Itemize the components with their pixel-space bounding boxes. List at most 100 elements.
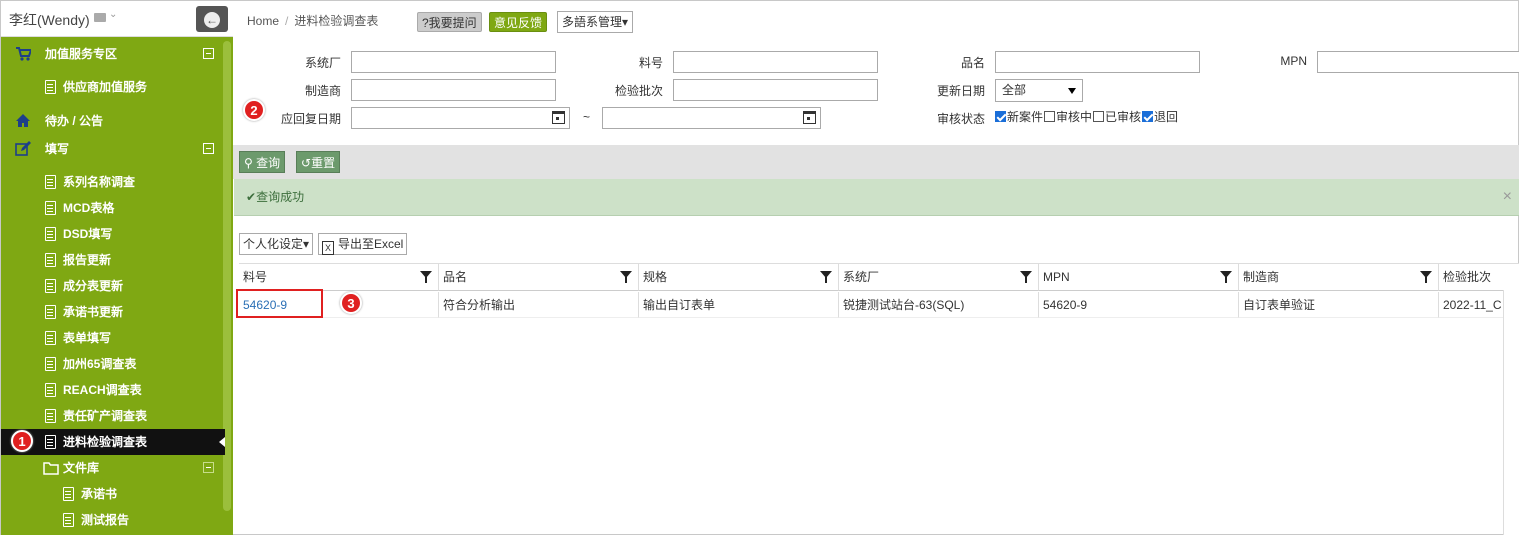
reply-date-label: 应回复日期: [280, 112, 341, 126]
part-no-input[interactable]: [673, 51, 878, 73]
column-header-label: 料号: [243, 270, 268, 284]
sidebar-item-supplier-service[interactable]: 供应商加值服务: [1, 74, 223, 100]
document-icon: [45, 253, 56, 267]
mail-icon[interactable]: [94, 13, 106, 22]
sidebar-item-commitment-update[interactable]: 承诺书更新: [1, 299, 223, 325]
sidebar-item-label: 承诺书更新: [63, 305, 124, 319]
sidebar-item-todo[interactable]: 待办 / 公告: [1, 108, 223, 134]
filter-icon[interactable]: [1020, 271, 1032, 283]
user-name[interactable]: 李红(Wendy): [9, 10, 90, 30]
column-header-mpn[interactable]: MPN: [1039, 264, 1239, 291]
sidebar-item-label: REACH调查表: [63, 383, 142, 397]
chevron-down-icon[interactable]: ⌄: [109, 9, 117, 20]
main-content: Home / 进料检验调查表 ?我要提问 意见反馈 多語系管理▾ 系统厂 料号 品名…: [233, 1, 1519, 535]
sidebar-item-test-report[interactable]: 测试报告: [1, 507, 223, 533]
step-badge-1: 1: [11, 430, 33, 452]
filter-icon[interactable]: [1420, 271, 1432, 283]
calendar-icon[interactable]: [803, 111, 816, 124]
sidebar-item-file-library[interactable]: 文件库: [1, 455, 223, 481]
breadcrumb-separator: /: [285, 14, 289, 28]
sidebar-item-mcd[interactable]: MCD表格: [1, 195, 223, 221]
collapse-sidebar-button[interactable]: ←: [196, 6, 228, 32]
feedback-button[interactable]: 意见反馈: [489, 12, 548, 32]
personalize-button[interactable]: 个人化设定▾: [239, 233, 314, 255]
document-icon: [63, 487, 74, 501]
sidebar-item-report-update[interactable]: 报告更新: [1, 247, 223, 273]
sidebar-item-label: 填写: [45, 142, 70, 156]
table-cell: 符合分析输出: [439, 292, 639, 318]
reply-date-to-input[interactable]: [602, 107, 821, 129]
edit-icon: [15, 141, 31, 156]
ask-question-button[interactable]: ?我要提问: [417, 12, 482, 32]
maker-label: 制造商: [304, 84, 341, 98]
collapse-icon[interactable]: [203, 462, 214, 473]
factory-input[interactable]: [351, 51, 556, 73]
status-reviewing-label: 审核中: [1056, 110, 1093, 124]
column-header-label: 品名: [443, 270, 468, 284]
collapse-icon[interactable]: [203, 143, 214, 154]
sidebar-item-incoming-inspection[interactable]: 进料检验调查表: [1, 429, 225, 455]
table-scrollbar[interactable]: [1503, 290, 1519, 535]
sidebar-item-composition-update[interactable]: 成分表更新: [1, 273, 223, 299]
filter-icon[interactable]: [420, 271, 432, 283]
status-reviewing-checkbox[interactable]: 审核中: [1044, 110, 1092, 124]
reset-button[interactable]: ↺重置: [296, 151, 341, 173]
sidebar-item-commitment[interactable]: 承诺书: [1, 481, 223, 507]
sidebar-item-conflict-minerals[interactable]: 责任矿产调查表: [1, 403, 223, 429]
sidebar-item-prop65[interactable]: 加州65调查表: [1, 351, 223, 377]
status-reviewed-checkbox[interactable]: 已审核: [1093, 110, 1141, 124]
product-name-input[interactable]: [995, 51, 1200, 73]
export-excel-button[interactable]: X 导出至Excel: [318, 233, 408, 255]
product-name-label: 品名: [960, 56, 985, 70]
checkbox-checked-icon: [995, 111, 1006, 122]
breadcrumb-home[interactable]: Home: [247, 14, 279, 28]
close-icon[interactable]: ×: [1503, 179, 1512, 215]
user-bar: 李红(Wendy) ⌄ ←: [1, 1, 233, 37]
status-new-label: 新案件: [1007, 110, 1044, 124]
batch-input[interactable]: [673, 79, 878, 101]
sidebar-item-value-added[interactable]: 加值服务专区: [1, 41, 223, 67]
caret-down-icon: ▾: [622, 15, 629, 29]
date-range-separator: ~: [583, 110, 591, 124]
column-header-spec[interactable]: 规格: [639, 264, 839, 291]
reply-date-from-input[interactable]: [351, 107, 570, 129]
column-header-product-name[interactable]: 品名: [439, 264, 639, 291]
sidebar-item-label: 表单填写: [63, 331, 112, 345]
column-header-maker[interactable]: 制造商: [1239, 264, 1439, 291]
language-management-button[interactable]: 多語系管理▾: [557, 11, 634, 33]
sidebar-item-label: 待办 / 公告: [45, 114, 104, 128]
column-header-batch[interactable]: 检验批次: [1439, 264, 1519, 291]
sidebar-item-fill[interactable]: 填写: [1, 136, 223, 162]
collapse-icon[interactable]: [203, 48, 214, 59]
update-date-select[interactable]: 全部: [995, 79, 1083, 102]
sidebar-item-label: 加值服务专区: [45, 47, 118, 61]
sidebar-item-reach[interactable]: REACH调查表: [1, 377, 223, 403]
checkbox-icon: [1044, 111, 1056, 122]
status-returned-label: 退回: [1154, 110, 1179, 124]
review-status-group: 新案件 审核中 已审核 退回: [995, 108, 1179, 125]
mpn-input[interactable]: [1317, 51, 1519, 73]
sidebar-item-series-survey[interactable]: 系列名称调查: [1, 169, 223, 195]
column-header-factory[interactable]: 系统厂: [839, 264, 1039, 291]
results-table: 料号 品名 规格 系统厂 MPN 制造商 检验批次 54620-9 符合分析输出…: [239, 263, 1519, 535]
calendar-icon[interactable]: [552, 111, 565, 124]
mpn-label: MPN: [1280, 54, 1307, 68]
filter-icon[interactable]: [1220, 271, 1232, 283]
column-header-part-no[interactable]: 料号: [239, 264, 439, 291]
status-new-checkbox[interactable]: 新案件: [995, 110, 1043, 124]
filter-icon[interactable]: [820, 271, 832, 283]
table-cell: 输出自订表单: [639, 292, 839, 318]
sidebar-item-dsd[interactable]: DSD填写: [1, 221, 223, 247]
status-returned-checkbox[interactable]: 退回: [1142, 110, 1178, 124]
factory-label: 系统厂: [304, 56, 341, 70]
refresh-icon: ↺: [301, 156, 312, 170]
caret-down-icon: [1068, 88, 1076, 94]
document-icon: [45, 227, 56, 241]
sidebar-item-form-fill[interactable]: 表单填写: [1, 325, 223, 351]
document-icon: [63, 513, 74, 527]
breadcrumb-current: 进料检验调查表: [294, 14, 379, 28]
maker-input[interactable]: [351, 79, 556, 101]
search-button[interactable]: ⚲ 查询: [239, 151, 286, 173]
filter-icon[interactable]: [620, 271, 632, 283]
breadcrumb: Home / 进料检验调查表: [247, 12, 378, 29]
